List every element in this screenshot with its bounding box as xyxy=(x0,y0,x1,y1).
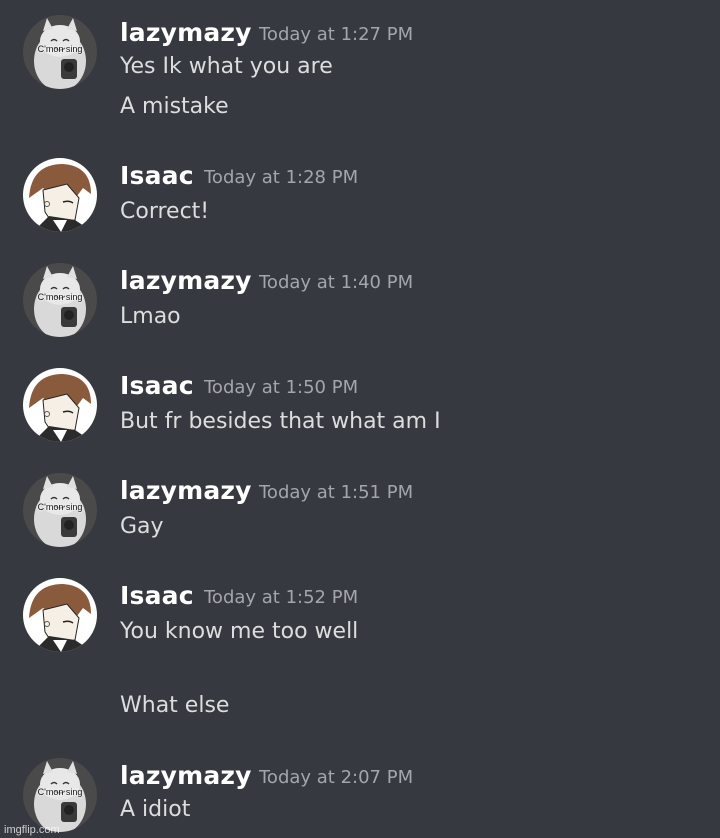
timestamp[interactable]: Today at 1:28 PM xyxy=(204,166,358,190)
message-text: Correct! xyxy=(120,199,210,224)
message-text: A idiot xyxy=(120,797,191,822)
username[interactable]: Isaac xyxy=(120,371,194,401)
username[interactable]: lazymazy xyxy=(120,266,252,296)
avatar-caption: C'mon sing xyxy=(37,502,83,512)
username[interactable]: Isaac xyxy=(120,161,194,191)
avatar-caption: C'mon sing xyxy=(37,44,83,54)
message-text: Lmao xyxy=(120,304,181,329)
avatar-caption: C'mon sing xyxy=(37,787,83,797)
avatar[interactable]: C'mon sing xyxy=(23,263,97,337)
username[interactable]: Isaac xyxy=(120,581,194,611)
message-text: A mistake xyxy=(120,94,229,119)
avatar[interactable]: C'mon sing xyxy=(23,15,97,89)
avatar-caption: C'mon sing xyxy=(37,292,83,302)
avatar[interactable]: C'mon sing xyxy=(23,473,97,547)
message-text: But fr besides that what am I xyxy=(120,409,441,434)
timestamp[interactable]: Today at 1:40 PM xyxy=(259,271,413,295)
message-text: What else xyxy=(120,693,230,718)
message-text: Gay xyxy=(120,514,164,539)
avatar[interactable] xyxy=(23,578,97,652)
timestamp[interactable]: Today at 2:07 PM xyxy=(259,766,413,790)
avatar[interactable] xyxy=(23,158,97,232)
timestamp[interactable]: Today at 1:51 PM xyxy=(259,481,413,505)
watermark: imgflip.com xyxy=(4,824,60,836)
username[interactable]: lazymazy xyxy=(120,476,252,506)
message-text: You know me too well xyxy=(120,619,359,644)
timestamp[interactable]: Today at 1:27 PM xyxy=(259,23,413,47)
avatar[interactable]: C'mon sing xyxy=(23,758,97,832)
avatar[interactable] xyxy=(23,368,97,442)
message-text: Yes Ik what you are xyxy=(120,54,333,79)
username[interactable]: lazymazy xyxy=(120,761,252,791)
timestamp[interactable]: Today at 1:52 PM xyxy=(204,586,358,610)
username[interactable]: lazymazy xyxy=(120,18,252,48)
timestamp[interactable]: Today at 1:50 PM xyxy=(204,376,358,400)
